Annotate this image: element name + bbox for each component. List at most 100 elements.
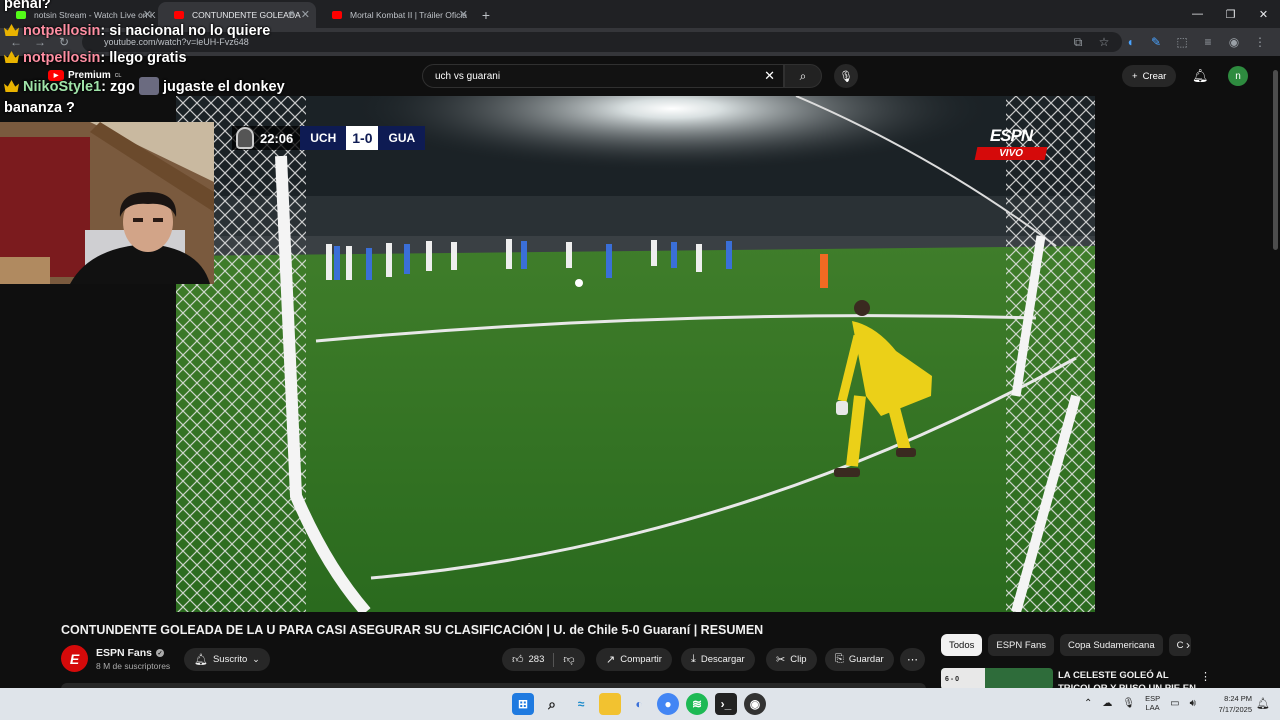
more-horizontal-icon: ⋯ <box>907 654 918 666</box>
extensions-puzzle-icon[interactable]: ⬚ <box>1170 30 1194 54</box>
search-icon: ⌕ <box>799 68 807 83</box>
close-tab-icon[interactable]: ✕ <box>301 8 310 21</box>
windows-start-icon[interactable]: ⊞ <box>512 693 534 715</box>
share-label: Compartir <box>620 654 662 665</box>
stream-chat-overlay: penal? notpellosin: si nacional no lo qu… <box>0 0 300 122</box>
profile-icon[interactable]: ◉ <box>1222 30 1246 54</box>
chat-username: NiikoStyle1 <box>23 79 102 95</box>
espn-logo: ESPN <box>989 126 1033 145</box>
dislike-icon[interactable]: 👎︎ <box>563 653 574 666</box>
close-window-icon[interactable]: ✕ <box>1247 0 1280 28</box>
create-button[interactable]: + Crear <box>1122 65 1177 87</box>
divider <box>553 652 555 667</box>
recommended-video-thumbnail[interactable]: 6 - 0 <box>941 668 1053 690</box>
chat-text: : llego gratis <box>100 50 187 66</box>
crown-badge-icon <box>4 80 19 92</box>
chat-message: NiikoStyle1: zgo jugaste el donkey <box>4 77 285 95</box>
input-language[interactable]: ESP LAA <box>1145 694 1160 712</box>
search-input[interactable]: uch vs guarani ✕ <box>422 64 784 88</box>
language-code: ESP <box>1145 694 1161 703</box>
chat-message: penal? <box>4 0 51 12</box>
chevron-up-icon[interactable]: ⌃ <box>1084 698 1092 709</box>
obs-icon[interactable]: ◉ <box>744 693 766 715</box>
copilot-icon[interactable]: ◐ <box>628 693 650 715</box>
clock-time: 8:24 PM <box>1224 694 1252 703</box>
home-team: UCH <box>300 126 347 150</box>
more-actions-button[interactable]: ⋯ <box>900 648 925 671</box>
youtube-favicon-icon <box>332 11 342 19</box>
tab-title: Mortal Kombat II | Tráiler Oficia <box>350 10 467 20</box>
search-icon[interactable]: ⌕ <box>541 693 563 715</box>
chip-all[interactable]: Todos <box>941 634 983 656</box>
browser-menu-icon[interactable]: ⋮ <box>1248 30 1272 54</box>
away-team: GUA <box>378 126 426 150</box>
clear-search-icon[interactable]: ✕ <box>764 68 775 84</box>
more-vertical-icon[interactable]: ⋮ <box>1200 670 1211 683</box>
chat-text: penal? <box>4 0 51 12</box>
search-button[interactable]: ⌕ <box>784 64 822 88</box>
display-icon[interactable]: ▭ <box>1170 698 1179 709</box>
thumbnail-score: 6 - 0 <box>941 668 985 690</box>
subscribed-button[interactable]: 🔔︎ Suscrito ⌄ <box>184 648 270 671</box>
clip-button[interactable]: ✂ Clip <box>766 648 817 671</box>
chrome-icon[interactable]: ● <box>657 693 679 715</box>
like-count[interactable]: 283 <box>529 654 545 665</box>
windows-taskbar: ⊞ ⌕ ≈ ◐ ● ≋ ›_ ◉ ⌃ ☁ 🎙︎ ESP LAA ▭ 🔊︎ 8:2… <box>0 688 1280 720</box>
recommended-video-title[interactable]: LA CELESTE GOLEÓ AL TRICOLOR Y PUSO UN P… <box>1058 669 1198 688</box>
channel-avatar[interactable]: E <box>61 645 88 672</box>
chip-copa[interactable]: Copa Sudamericana <box>1060 634 1163 656</box>
onedrive-icon[interactable]: ☁ <box>1102 698 1112 709</box>
restore-icon[interactable]: ❐ <box>1214 0 1247 28</box>
scoreboard: 22:06 UCH 1-0 GUA <box>232 126 426 150</box>
widgets-icon[interactable]: ≈ <box>570 693 592 715</box>
notifications-icon[interactable]: 🔔︎ <box>1256 697 1270 710</box>
voice-search-button[interactable]: 🎙︎ <box>834 64 858 88</box>
match-clock: 22:06 <box>232 126 301 150</box>
microphone-icon: 🎙︎ <box>839 70 853 83</box>
broadcaster-bug: ESPN VIVO <box>974 126 1048 160</box>
chat-text: : si nacional no lo quiere <box>100 23 271 39</box>
right-margin <box>1095 96 1271 612</box>
user-initial: n <box>1235 70 1241 82</box>
search-query: uch vs guarani <box>435 70 501 82</box>
save-button[interactable]: ⎘ Guardar <box>825 648 894 671</box>
user-avatar[interactable]: n <box>1228 66 1248 86</box>
clock-date: 7/17/2025 <box>1218 705 1252 714</box>
new-tab-button[interactable]: + <box>474 2 498 28</box>
terminal-icon[interactable]: ›_ <box>715 693 737 715</box>
plus-icon: + <box>1132 70 1138 82</box>
bookmark-star-icon[interactable]: ☆ <box>1092 30 1116 54</box>
emote-icon <box>139 77 159 95</box>
spotify-icon[interactable]: ≋ <box>686 693 708 715</box>
share-button[interactable]: ↗ Compartir <box>596 648 672 671</box>
page-scrollbar[interactable] <box>1271 56 1280 688</box>
chip-channel[interactable]: ESPN Fans <box>988 634 1054 656</box>
chat-text-continued: jugaste el donkey <box>163 79 285 95</box>
video-player[interactable]: 22:06 UCH 1-0 GUA ESPN VIVO <box>176 96 1095 612</box>
minimize-icon[interactable]: — <box>1181 0 1214 28</box>
reading-list-icon[interactable]: ≡ <box>1196 30 1220 54</box>
file-explorer-icon[interactable] <box>599 693 621 715</box>
bell-icon: 🔔︎ <box>194 654 208 666</box>
notifications-bell-icon[interactable]: 🔔︎ <box>1192 68 1209 84</box>
cast-icon[interactable]: ⧉ <box>1066 30 1090 54</box>
tab-mortal-kombat-trailer[interactable]: Mortal Kombat II | Tráiler Oficia ✕ <box>316 2 474 28</box>
close-tab-icon[interactable]: ✕ <box>459 8 468 21</box>
taskbar-clock[interactable]: 8:24 PM 7/17/2025 <box>1208 693 1252 715</box>
system-tray: ⌃ ☁ 🎙︎ ESP LAA ▭ 🔊︎ <box>1084 694 1196 712</box>
extension-translate-icon[interactable]: ✎ <box>1144 30 1168 54</box>
chat-message: notpellosin: llego gratis <box>4 50 187 66</box>
channel-name[interactable]: ESPN Fans ✓ <box>96 647 165 659</box>
scrollbar-thumb[interactable] <box>1273 70 1278 250</box>
volume-icon[interactable]: 🔊︎ <box>1190 698 1196 709</box>
download-icon: ⤓ <box>691 653 696 665</box>
layout-code: LAA <box>1145 703 1160 712</box>
microphone-icon[interactable]: 🎙︎ <box>1122 698 1135 709</box>
extension-audio-icon[interactable]: ◖ <box>1118 30 1142 54</box>
verified-check-icon: ✓ <box>156 649 165 657</box>
like-dislike-group: 👍︎ 283 👎︎ <box>502 648 585 671</box>
subscribed-label: Suscrito <box>212 654 248 665</box>
like-icon[interactable]: 👍︎ <box>512 653 524 666</box>
download-button[interactable]: ⤓ Descargar <box>681 648 755 671</box>
chevron-right-icon[interactable]: › <box>1186 638 1190 652</box>
